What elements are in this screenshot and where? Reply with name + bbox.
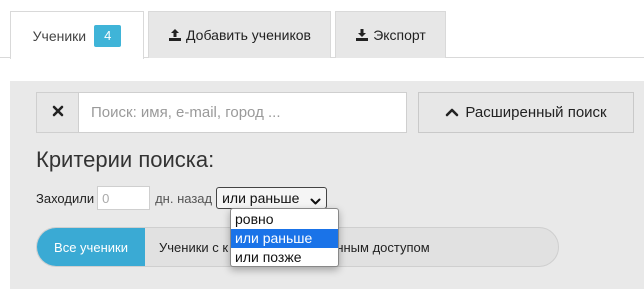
tab-add-students[interactable]: Добавить учеников (148, 11, 331, 58)
search-clear-button[interactable] (36, 92, 79, 133)
criteria-title: Критерии поиска: (36, 147, 215, 172)
tab-export[interactable]: Экспорт (335, 11, 446, 58)
tab-add-students-label: Добавить учеников (186, 27, 311, 43)
advanced-search-button[interactable]: Расширенный поиск (418, 92, 634, 133)
upload-icon (168, 28, 182, 42)
chevron-up-icon (445, 104, 465, 121)
close-icon (52, 104, 64, 122)
students-count-badge: 4 (94, 24, 122, 47)
tab-export-label: Экспорт (373, 27, 426, 43)
filter-students-with[interactable]: Ученики с к (145, 228, 242, 266)
option-exactly[interactable]: ровно (231, 210, 338, 229)
visited-label: Заходили (36, 190, 95, 206)
when-select-value: или раньше (222, 190, 300, 206)
tab-students[interactable]: Ученики 4 (10, 11, 144, 59)
option-or-earlier[interactable]: или раньше (231, 229, 338, 248)
when-dropdown-list: ровно или раньше или позже (230, 208, 339, 267)
option-or-later[interactable]: или позже (231, 248, 338, 267)
when-select[interactable]: или раньше (216, 187, 328, 209)
days-ago-label: дн. назад (155, 190, 213, 206)
download-icon (355, 28, 369, 42)
tab-students-label: Ученики (32, 27, 87, 44)
filter-all-students[interactable]: Все ученики (37, 228, 145, 266)
tab-bar: Ученики 4 Добавить учеников Экспорт (0, 0, 644, 59)
days-input[interactable] (97, 186, 151, 210)
advanced-search-label: Расширенный поиск (465, 104, 607, 121)
chevron-down-icon (310, 193, 321, 209)
search-input[interactable] (79, 92, 407, 133)
